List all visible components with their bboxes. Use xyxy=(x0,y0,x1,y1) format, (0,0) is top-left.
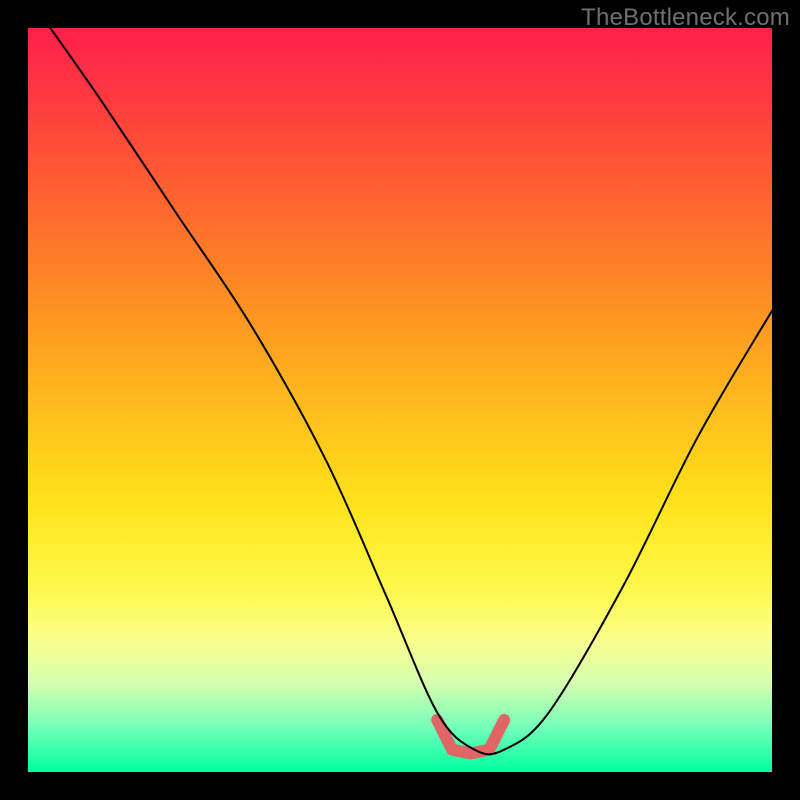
chart-frame: TheBottleneck.com xyxy=(0,0,800,800)
bottleneck-curve xyxy=(50,28,772,754)
curve-svg xyxy=(28,28,772,772)
plot-area xyxy=(28,28,772,772)
